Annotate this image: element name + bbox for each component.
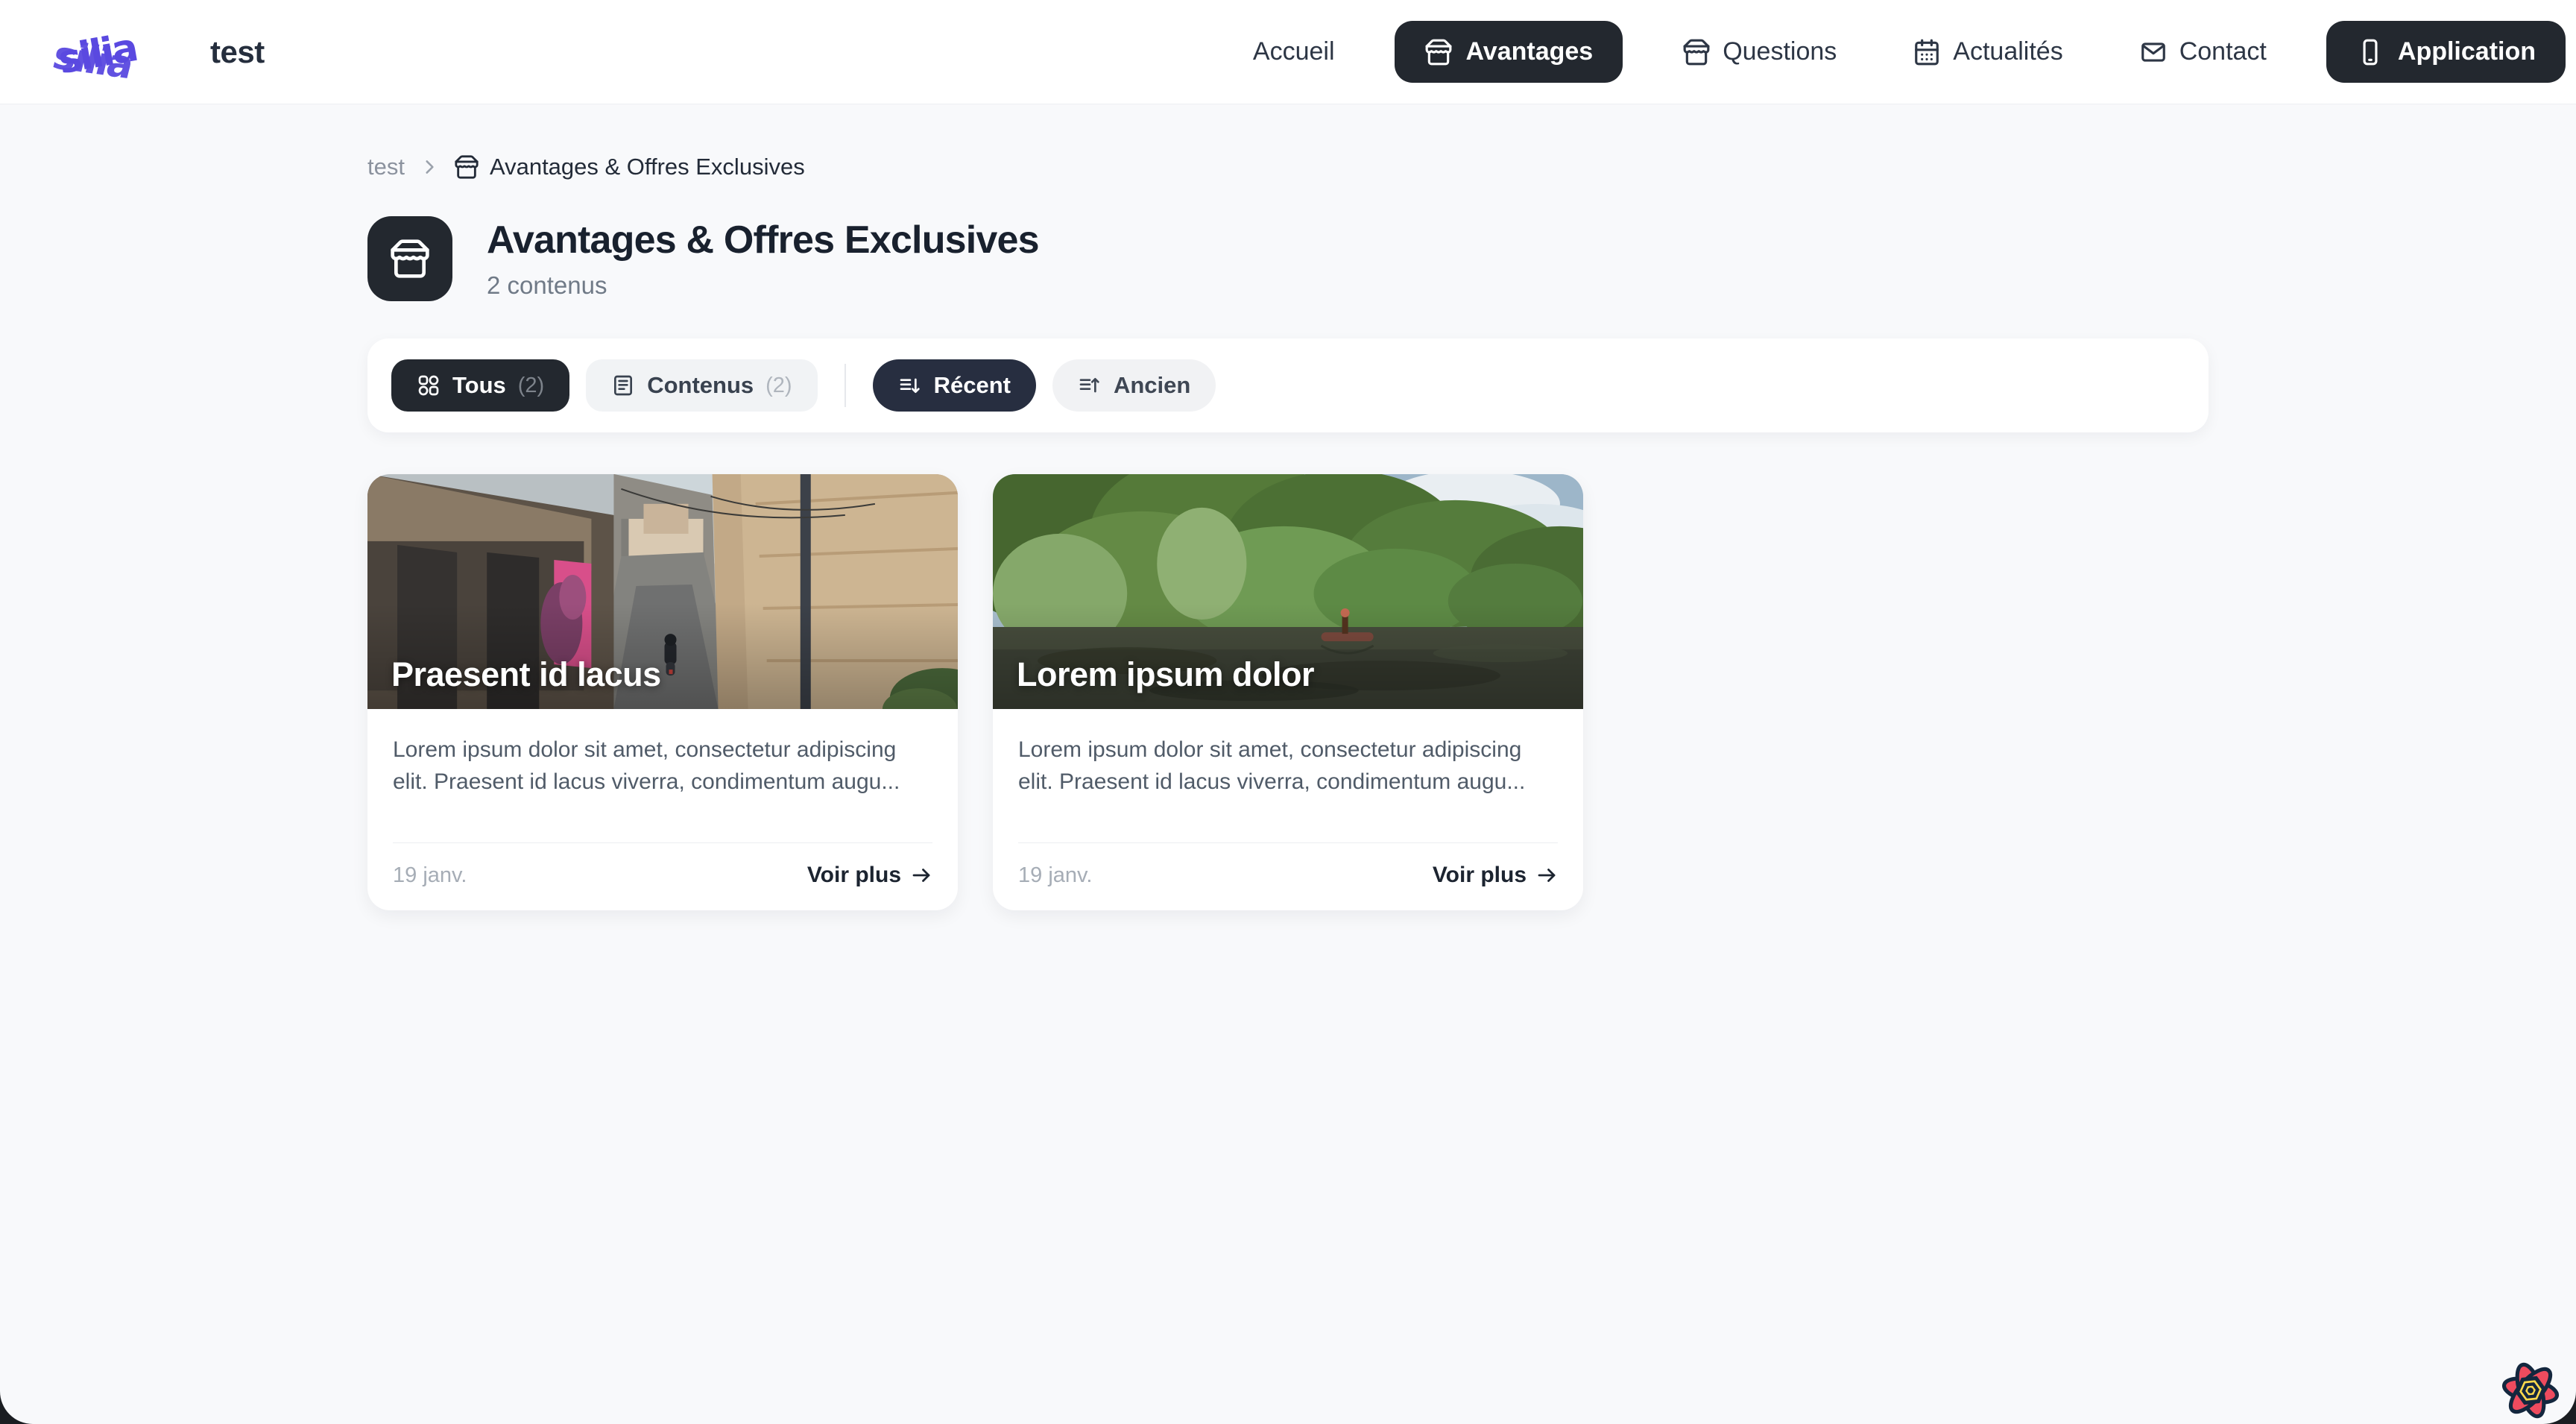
calendar-icon bbox=[1913, 38, 1941, 66]
card-image-swamp-lake: Lorem ipsum dolor bbox=[993, 474, 1583, 709]
nav-item-avantages[interactable]: Avantages bbox=[1395, 21, 1623, 83]
silia-logo-icon: silia silia bbox=[48, 18, 179, 86]
devtools-toggle-button[interactable] bbox=[2498, 1358, 2563, 1423]
grid-icon bbox=[417, 374, 441, 397]
card-image-street-alley: Praesent id lacus bbox=[367, 474, 958, 709]
arrow-right-icon bbox=[910, 864, 932, 886]
storefront-icon bbox=[1424, 38, 1453, 66]
filter-toolbar: Tous (2) Contenus (2) Récent Ancien bbox=[367, 338, 2209, 432]
mail-icon bbox=[2139, 38, 2168, 66]
content-card[interactable]: Lorem ipsum dolor Lorem ipsum dolor sit … bbox=[993, 474, 1583, 910]
card-excerpt: Lorem ipsum dolor sit amet, consectetur … bbox=[393, 734, 932, 798]
brand-logo[interactable]: silia silia test bbox=[48, 18, 265, 86]
arrow-right-icon bbox=[1535, 864, 1558, 886]
nav-item-actualites[interactable]: Actualités bbox=[1896, 24, 2079, 80]
sort-asc-icon bbox=[1078, 374, 1102, 397]
breadcrumb-current: Avantages & Offres Exclusives bbox=[454, 154, 805, 180]
nav-item-contact[interactable]: Contact bbox=[2123, 24, 2283, 80]
chevron-right-icon bbox=[420, 157, 439, 177]
sort-old-button[interactable]: Ancien bbox=[1052, 359, 1216, 412]
page: silia silia test Accueil Avantages Quest… bbox=[0, 0, 2576, 1424]
content-card[interactable]: Praesent id lacus Lorem ipsum dolor sit … bbox=[367, 474, 958, 910]
card-title: Praesent id lacus bbox=[391, 655, 661, 694]
nav-item-questions[interactable]: Questions bbox=[1666, 24, 1853, 80]
page-title: Avantages & Offres Exclusives bbox=[487, 218, 1039, 262]
site-name: test bbox=[210, 34, 265, 70]
main-nav: Accueil Avantages Questions Actualités C… bbox=[1237, 21, 2566, 83]
tanstack-flower-icon bbox=[2498, 1358, 2563, 1423]
breadcrumb-root-link[interactable]: test bbox=[367, 154, 405, 180]
filter-all-button[interactable]: Tous (2) bbox=[391, 359, 569, 412]
filter-contents-button[interactable]: Contenus (2) bbox=[586, 359, 817, 412]
card-date: 19 janv. bbox=[1018, 863, 1092, 888]
sort-desc-icon bbox=[898, 374, 922, 397]
main-content: test Avantages & Offres Exclusives Avant… bbox=[367, 104, 2209, 910]
card-footer: 19 janv. Voir plus bbox=[993, 843, 1583, 910]
card-title: Lorem ipsum dolor bbox=[1017, 655, 1314, 694]
nav-item-accueil[interactable]: Accueil bbox=[1237, 24, 1351, 80]
storefront-icon bbox=[454, 154, 479, 180]
see-more-button[interactable]: Voir plus bbox=[1433, 863, 1558, 888]
storefront-icon bbox=[1682, 38, 1711, 66]
card-body: Lorem ipsum dolor sit amet, consectetur … bbox=[993, 709, 1583, 820]
application-button[interactable]: Application bbox=[2326, 21, 2566, 83]
top-navbar: silia silia test Accueil Avantages Quest… bbox=[0, 0, 2576, 104]
storefront-icon bbox=[389, 238, 431, 280]
card-body: Lorem ipsum dolor sit amet, consectetur … bbox=[367, 709, 958, 820]
smartphone-icon bbox=[2356, 38, 2384, 66]
card-excerpt: Lorem ipsum dolor sit amet, consectetur … bbox=[1018, 734, 1558, 798]
card-footer: 19 janv. Voir plus bbox=[367, 843, 958, 910]
card-date: 19 janv. bbox=[393, 863, 467, 888]
breadcrumb: test Avantages & Offres Exclusives bbox=[367, 154, 2209, 180]
newspaper-icon bbox=[611, 374, 635, 397]
toolbar-divider bbox=[845, 364, 846, 407]
see-more-button[interactable]: Voir plus bbox=[807, 863, 932, 888]
page-header: Avantages & Offres Exclusives 2 contenus bbox=[367, 216, 2209, 301]
content-count: 2 contenus bbox=[487, 271, 1039, 300]
sort-recent-button[interactable]: Récent bbox=[873, 359, 1036, 412]
category-icon-tile bbox=[367, 216, 452, 301]
content-card-grid: Praesent id lacus Lorem ipsum dolor sit … bbox=[367, 474, 2209, 910]
